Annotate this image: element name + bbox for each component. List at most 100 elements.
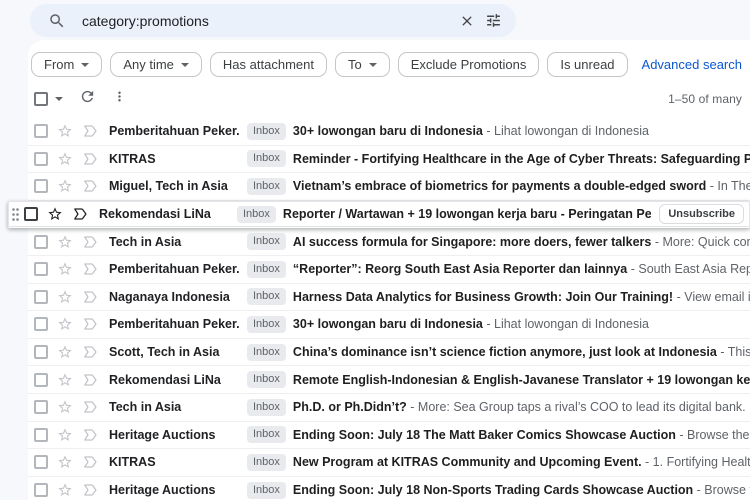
email-row[interactable]: Pemberitahuan Peker. Inbox 30+ lowongan … (28, 311, 750, 339)
email-row[interactable]: Pemberitahuan Peker. Inbox “Reporter”: R… (28, 256, 750, 284)
close-icon[interactable] (454, 8, 480, 34)
filter-chip[interactable]: To (335, 52, 390, 77)
importance-marker-icon[interactable] (72, 206, 88, 222)
sender: Scott, Tech in Asia (109, 345, 247, 359)
star-icon[interactable] (57, 344, 73, 360)
subject: Harness Data Analytics for Business Grow… (293, 290, 673, 304)
importance-marker-icon[interactable] (82, 178, 98, 194)
importance-marker-icon[interactable] (82, 344, 98, 360)
star-icon[interactable] (57, 372, 73, 388)
subject-line: Ending Soon: July 18 Non-Sports Trading … (293, 483, 750, 497)
filter-chip[interactable]: From (31, 52, 102, 77)
filter-chip-label: Has attachment (223, 57, 314, 72)
inbox-label: Inbox (247, 178, 286, 195)
star-icon[interactable] (57, 454, 73, 470)
search-icon[interactable] (44, 8, 70, 34)
subject-line: Ending Soon: July 18 The Matt Baker Comi… (293, 428, 750, 442)
more-options-icon[interactable] (112, 89, 127, 109)
result-count: 1–50 of many (668, 92, 742, 106)
subject-line: 30+ lowongan baru di Indonesia - Lihat l… (293, 124, 750, 138)
row-icons (34, 454, 98, 470)
importance-marker-icon[interactable] (82, 151, 98, 167)
select-dropdown-icon[interactable] (55, 97, 63, 101)
star-icon[interactable] (57, 123, 73, 139)
tune-icon[interactable] (480, 8, 506, 34)
select-all-checkbox[interactable] (34, 92, 48, 106)
star-icon[interactable] (57, 482, 73, 498)
importance-marker-icon[interactable] (82, 399, 98, 415)
importance-marker-icon[interactable] (82, 316, 98, 332)
sender: Heritage Auctions (109, 428, 247, 442)
star-icon[interactable] (57, 234, 73, 250)
email-row[interactable]: Tech in Asia Inbox Ph.D. or Ph.Didn’t? -… (28, 394, 750, 422)
filter-chip[interactable]: Exclude Promotions (398, 52, 540, 77)
select-checkbox[interactable] (34, 179, 48, 193)
star-icon[interactable] (57, 289, 73, 305)
snippet: - South East Asia Reporter Reorg: A mark… (627, 262, 750, 276)
sender: Rekomendasi LiNa (109, 373, 247, 387)
search-filter-row: From Any time Has attachment To Exclude … (28, 40, 750, 77)
star-icon[interactable] (47, 206, 63, 222)
select-checkbox[interactable] (34, 373, 48, 387)
snippet: - More: Quick commerce service Tokopedia… (651, 235, 750, 249)
importance-marker-icon[interactable] (82, 482, 98, 498)
select-checkbox[interactable] (24, 207, 38, 221)
importance-marker-icon[interactable] (82, 427, 98, 443)
star-icon[interactable] (57, 151, 73, 167)
star-icon[interactable] (57, 399, 73, 415)
email-row[interactable]: Rekomendasi LiNa Inbox Reporter / Wartaw… (8, 201, 750, 229)
email-row[interactable]: KITRAS Inbox New Program at KITRAS Commu… (28, 449, 750, 477)
select-checkbox[interactable] (34, 345, 48, 359)
filter-chip[interactable]: Is unread (547, 52, 627, 77)
search-input[interactable]: category:promotions (82, 13, 454, 29)
filter-chip[interactable]: Has attachment (210, 52, 327, 77)
email-row[interactable]: Heritage Auctions Inbox Ending Soon: Jul… (28, 477, 750, 500)
refresh-icon[interactable] (79, 88, 96, 110)
chevron-down-icon (369, 63, 377, 67)
select-checkbox[interactable] (34, 483, 48, 497)
sender: Heritage Auctions (109, 483, 247, 497)
filter-chip[interactable]: Any time (110, 52, 202, 77)
email-row[interactable]: Pemberitahuan Peker. Inbox 30+ lowongan … (28, 118, 750, 146)
star-icon[interactable] (57, 261, 73, 277)
subject-line: “Reporter”: Reorg South East Asia Report… (293, 262, 750, 276)
list-toolbar: 1–50 of many (28, 85, 750, 113)
select-checkbox[interactable] (34, 235, 48, 249)
email-row[interactable]: Tech in Asia Inbox AI success formula fo… (28, 228, 750, 256)
email-row[interactable]: Heritage Auctions Inbox Ending Soon: Jul… (28, 422, 750, 450)
select-checkbox[interactable] (34, 317, 48, 331)
importance-marker-icon[interactable] (82, 454, 98, 470)
importance-marker-icon[interactable] (82, 289, 98, 305)
select-checkbox[interactable] (34, 400, 48, 414)
select-checkbox[interactable] (34, 262, 48, 276)
star-icon[interactable] (57, 178, 73, 194)
select-checkbox[interactable] (34, 152, 48, 166)
subject: Reporter / Wartawan + 19 lowongan kerja … (283, 207, 651, 221)
select-checkbox[interactable] (34, 124, 48, 138)
filter-chips: From Any time Has attachment To Exclude … (31, 52, 628, 77)
inbox-label: Inbox (247, 482, 286, 499)
select-checkbox[interactable] (34, 428, 48, 442)
select-checkbox[interactable] (34, 455, 48, 469)
star-icon[interactable] (57, 427, 73, 443)
row-icons (34, 399, 98, 415)
importance-marker-icon[interactable] (82, 372, 98, 388)
email-row[interactable]: Rekomendasi LiNa Inbox Remote English-In… (28, 366, 750, 394)
email-row[interactable]: Naganaya Indonesia Inbox Harness Data An… (28, 284, 750, 312)
select-checkbox[interactable] (34, 290, 48, 304)
star-icon[interactable] (57, 316, 73, 332)
search-bar[interactable]: category:promotions (30, 4, 516, 37)
email-row[interactable]: Scott, Tech in Asia Inbox China’s domina… (28, 339, 750, 367)
unsubscribe-button[interactable]: Unsubscribe (659, 204, 744, 224)
email-row[interactable]: KITRAS Inbox Reminder - Fortifying Healt… (28, 146, 750, 174)
top-search-area: category:promotions (0, 0, 750, 40)
email-row[interactable]: Miguel, Tech in Asia Inbox Vietnam’s emb… (28, 173, 750, 201)
advanced-search-link[interactable]: Advanced search (642, 57, 742, 72)
subject: Ending Soon: July 18 Non-Sports Trading … (293, 483, 693, 497)
inbox-label: Inbox (247, 344, 286, 361)
drag-handle-icon[interactable] (11, 207, 20, 222)
importance-marker-icon[interactable] (82, 234, 98, 250)
importance-marker-icon[interactable] (82, 123, 98, 139)
inbox-label: Inbox (247, 233, 286, 250)
importance-marker-icon[interactable] (82, 261, 98, 277)
